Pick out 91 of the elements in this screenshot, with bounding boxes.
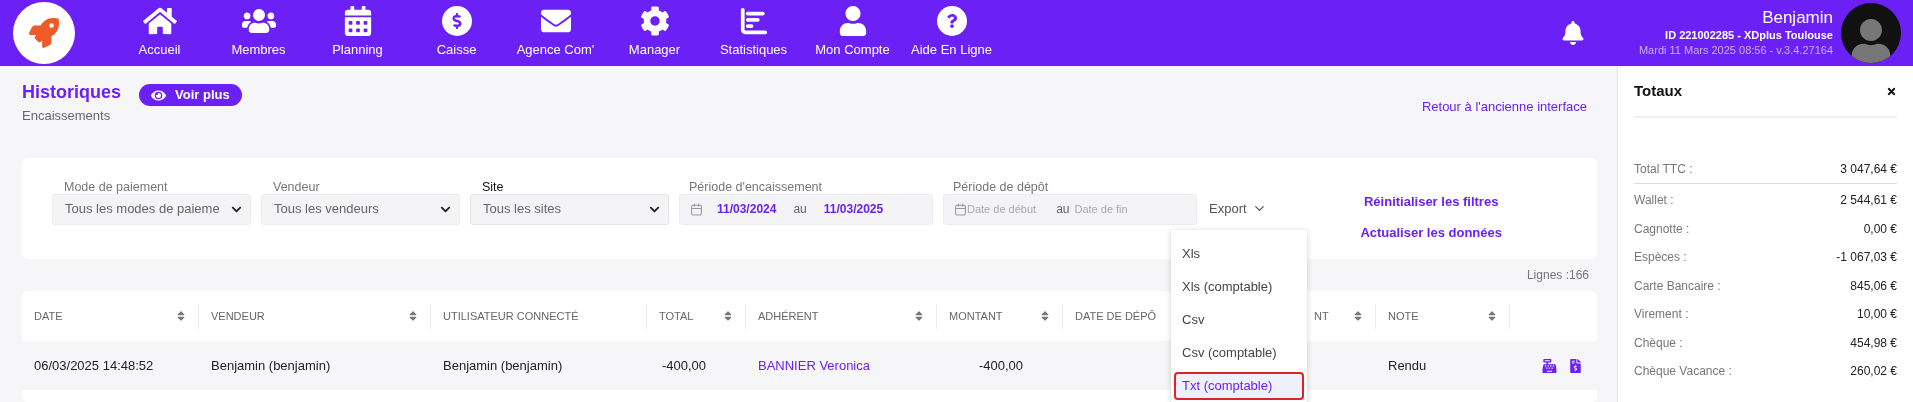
filter-label: Site xyxy=(482,179,505,194)
total-value: 260,02 € xyxy=(1850,363,1897,381)
calendar-icon xyxy=(690,202,703,216)
total-label: Total TTC : xyxy=(1634,161,1693,178)
home-icon xyxy=(142,6,177,37)
page-title: Historiques xyxy=(22,81,122,104)
total-label: Virement : xyxy=(1634,306,1689,324)
nav-item[interactable]: Planning xyxy=(308,6,407,60)
filter-label: Vendeur xyxy=(273,179,321,194)
date-range-field[interactable]: 11/03/2024 au 11/03/2025 xyxy=(679,193,933,225)
total-label: Chèque Vacance : xyxy=(1634,363,1732,381)
table-header-cell[interactable]: ADHÉRENT xyxy=(746,303,937,329)
total-value: 454,98 € xyxy=(1850,334,1897,352)
sort-icon[interactable] xyxy=(176,310,186,323)
calendar-icon xyxy=(954,202,967,216)
table-cell-text: Benjamin (benjamin) xyxy=(211,356,331,375)
table-cell-text: Rendu xyxy=(1388,356,1427,375)
total-value: -1 067,03 € xyxy=(1836,249,1897,267)
session-info: Mardi 11 Mars 2025 08:56 - v.3.4.27164 xyxy=(1638,43,1833,58)
dollar-icon xyxy=(441,6,472,37)
total-label: Wallet : xyxy=(1634,192,1674,210)
page-subtitle: Encaissements xyxy=(22,107,112,125)
filter-select[interactable]: Tous les vendeurs xyxy=(261,193,460,225)
column-header: UTILISATEUR CONNECTÉ xyxy=(443,309,579,324)
total-label: Espèces : xyxy=(1634,249,1687,267)
filter-select[interactable]: Tous les sites xyxy=(470,193,669,225)
total-label: Carte Bancaire : xyxy=(1634,277,1721,295)
member-link[interactable]: BANNIER Veronica xyxy=(758,355,870,376)
date-range-field[interactable]: Date de début au Date de fin xyxy=(943,193,1197,225)
filter-select[interactable]: Tous les modes de paieme xyxy=(52,193,251,225)
column-header: MONTANT xyxy=(949,309,1003,324)
column-header: TOTAL xyxy=(659,309,694,324)
nav-item[interactable]: Statistiques xyxy=(704,6,803,60)
user-name: Benjamin xyxy=(1762,8,1833,28)
nav-item[interactable]: Caisse xyxy=(407,6,506,60)
export-option[interactable]: Txt (comptable) xyxy=(1174,371,1304,400)
table-cell-text: -400,00 xyxy=(661,356,706,375)
bell-icon[interactable] xyxy=(1561,21,1584,45)
table-header-cell[interactable]: DATE xyxy=(22,303,199,329)
column-header: DATE DE DÉPÔ xyxy=(1075,309,1157,324)
table-header-cell[interactable]: MONTANT xyxy=(937,303,1063,329)
voir-plus-button[interactable]: Voir plus xyxy=(139,84,242,106)
back-link[interactable]: Retour à l'ancienne interface xyxy=(1421,97,1587,117)
export-option[interactable]: Csv (comptable) xyxy=(1174,338,1304,367)
period-label: Période d'encaissement xyxy=(689,179,824,194)
table-header-cell[interactable]: TOTAL xyxy=(647,303,746,329)
filter-action-link[interactable]: Réinitialiser les filtres xyxy=(1364,191,1499,212)
nav-item[interactable]: Accueil xyxy=(110,6,209,60)
user-id: ID 221002285 - XDplus Toulouse xyxy=(1665,28,1833,43)
filter-action-link[interactable]: Actualiser les données xyxy=(1360,223,1502,243)
sort-icon[interactable] xyxy=(1353,310,1363,323)
column-header: DATE xyxy=(34,309,63,324)
table-header-cell[interactable]: VENDEUR xyxy=(199,303,431,329)
nav-item[interactable]: Aide En Ligne xyxy=(902,6,1001,60)
table-cell-text: Benjamin (benjamin) xyxy=(443,356,563,375)
sort-icon[interactable] xyxy=(1487,310,1497,323)
table-header-cell[interactable]: NT xyxy=(1218,303,1376,329)
row-count: Lignes :166 xyxy=(1526,267,1589,285)
nav-item[interactable]: Mon Compte xyxy=(803,6,902,60)
total-value: 845,06 € xyxy=(1850,277,1897,295)
export-button[interactable]: Export xyxy=(1209,193,1267,224)
nav-item[interactable]: Agence Com' xyxy=(506,6,605,60)
export-option[interactable]: Xls xyxy=(1174,239,1304,268)
sort-icon[interactable] xyxy=(1040,310,1050,323)
avatar-icon[interactable] xyxy=(1841,3,1901,63)
help-icon xyxy=(936,6,967,37)
column-header: ADHÉRENT xyxy=(758,309,819,324)
sort-icon[interactable] xyxy=(723,310,733,323)
table-cell-text: -400,00 xyxy=(978,356,1023,375)
total-value: 2 544,61 € xyxy=(1840,192,1897,210)
filter-label: Mode de paiement xyxy=(64,179,169,194)
period-label: Période de dépôt xyxy=(953,179,1050,194)
sort-icon[interactable] xyxy=(914,310,924,323)
table-cell-text: 06/03/2025 14:48:52 xyxy=(34,356,154,375)
invoice-icon[interactable] xyxy=(1570,358,1581,373)
total-value: 3 047,64 € xyxy=(1840,161,1897,178)
export-option[interactable]: Xls (comptable) xyxy=(1174,272,1304,301)
total-label: Chèque : xyxy=(1634,334,1683,352)
total-value: 0,00 € xyxy=(1863,220,1897,238)
cash-register-icon[interactable] xyxy=(1542,358,1557,373)
column-header: VENDEUR xyxy=(211,309,265,324)
nav-item[interactable]: Manager xyxy=(605,6,704,60)
column-header: NOTE xyxy=(1388,309,1419,324)
panel-title: Totaux xyxy=(1634,80,1683,101)
sort-icon[interactable] xyxy=(408,310,418,323)
close-icon[interactable] xyxy=(1886,85,1897,97)
table-header-cell[interactable]: NOTE xyxy=(1376,303,1510,329)
total-value: 10,00 € xyxy=(1856,306,1897,324)
nav-item[interactable]: Membres xyxy=(209,6,308,60)
total-label: Cagnotte : xyxy=(1634,220,1690,238)
column-header: NT xyxy=(1314,309,1329,324)
